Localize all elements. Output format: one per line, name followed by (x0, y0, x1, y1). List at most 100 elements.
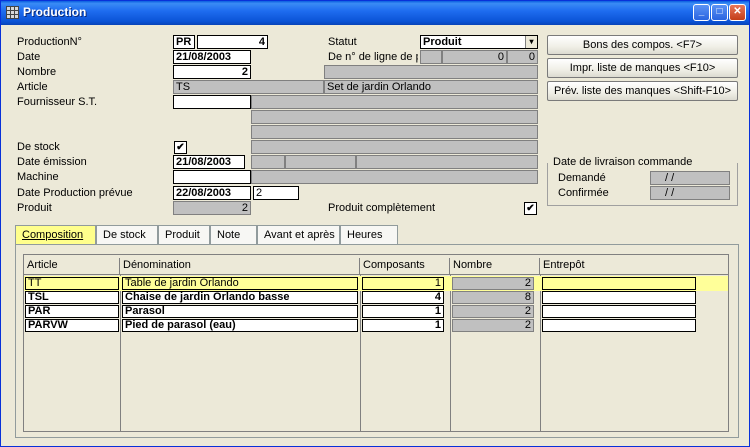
emission-info-field-2 (285, 155, 356, 169)
tab-label: Avant et après (264, 229, 335, 241)
ligne-prefix-field (420, 50, 442, 64)
produit-completement-label: Produit complètement (328, 202, 435, 214)
title-bar[interactable]: Production _ □ ✕ (1, 1, 749, 25)
stock-info-field (251, 140, 538, 154)
tab-label: Produit (165, 229, 200, 241)
article-label: Article (17, 81, 48, 93)
chevron-down-icon[interactable]: ▾ (525, 36, 537, 48)
prev-liste-manques-button[interactable]: Prév. liste des manques <Shift-F10> (547, 81, 738, 101)
statut-label: Statut (328, 36, 357, 48)
production-no-label: ProductionN° (17, 36, 82, 48)
tab-heures[interactable]: Heures (340, 225, 398, 245)
de-stock-checkbox[interactable]: ✔ (174, 141, 187, 154)
minimize-button[interactable]: _ (693, 4, 710, 21)
tab-produit[interactable]: Produit (158, 225, 210, 245)
fournisseur-address-field-1 (251, 110, 538, 124)
table-cell-composants[interactable]: 4 (362, 291, 444, 304)
table-cell-denomination[interactable]: Table de jardin Orlando (122, 277, 358, 290)
column-divider (360, 275, 361, 431)
fournisseur-name-field (251, 95, 538, 109)
date-label: Date (17, 51, 41, 63)
produit-label: Produit (17, 202, 52, 214)
ligne-field-2: 0 (507, 50, 538, 64)
tab-de-stock[interactable]: De stock (96, 225, 158, 245)
column-header-article[interactable]: Article (24, 258, 120, 274)
window-title: Production (23, 5, 87, 19)
tab-composition[interactable]: Composition (15, 225, 96, 246)
table-cell-entrepot[interactable] (542, 291, 696, 304)
livraison-title: Date de livraison commande (551, 156, 695, 168)
produit-completement-checkbox[interactable]: ✔ (524, 202, 537, 215)
tab-label: Note (217, 229, 241, 241)
date-emission-label: Date émission (17, 156, 87, 168)
table-cell-denomination[interactable]: Pied de parasol (eau) (122, 319, 358, 332)
produit-field: 2 (173, 201, 251, 215)
date-production-label: Date Production prévue (17, 187, 133, 199)
table-cell-nombre: 2 (452, 277, 534, 290)
nombre-field[interactable]: 2 (173, 65, 251, 79)
ligne-label: De n° de ligne de pro (328, 51, 418, 63)
column-header-entrepot[interactable]: Entrepôt (540, 258, 728, 274)
production-window: Production _ □ ✕ ProductionN° Date Nombr… (0, 0, 750, 447)
article-code-field[interactable]: TS (173, 80, 324, 94)
table-cell-nombre: 2 (452, 305, 534, 318)
tab-note[interactable]: Note (210, 225, 257, 245)
confirmee-field: / / (650, 186, 730, 200)
table-cell-entrepot[interactable] (542, 277, 696, 290)
emission-info-field-3 (356, 155, 538, 169)
table-cell-article[interactable]: PARVW (25, 319, 119, 332)
article-description-field: Set de jardin Orlando (324, 80, 538, 94)
confirmee-label: Confirmée (558, 187, 609, 199)
table-cell-article[interactable]: TT (25, 277, 119, 290)
table-cell-nombre: 2 (452, 319, 534, 332)
fournisseur-address-field-2 (251, 125, 538, 139)
ligne-field-1: 0 (442, 50, 507, 64)
machine-field[interactable] (173, 170, 251, 184)
table-cell-composants[interactable]: 1 (362, 277, 444, 290)
table-cell-denomination[interactable]: Chaise de jardin Orlando basse (122, 291, 358, 304)
column-header-nombre[interactable]: Nombre (450, 258, 540, 274)
column-divider (450, 275, 451, 431)
composition-table: Article Dénomination Composants Nombre E… (23, 254, 729, 432)
date-production-extra-field[interactable]: 2 (253, 186, 299, 200)
table-cell-composants[interactable]: 1 (362, 319, 444, 332)
demande-label: Demandé (558, 172, 606, 184)
header-divider (24, 274, 728, 275)
bons-composants-button[interactable]: Bons des compos. <F7> (547, 35, 738, 55)
column-header-denomination[interactable]: Dénomination (120, 258, 360, 274)
table-cell-denomination[interactable]: Parasol (122, 305, 358, 318)
impr-liste-manques-button[interactable]: Impr. liste de manques <F10> (547, 58, 738, 78)
table-cell-entrepot[interactable] (542, 319, 696, 332)
tab-avant-apres[interactable]: Avant et après (257, 225, 340, 245)
nombre-label: Nombre (17, 66, 57, 78)
date-emission-field[interactable]: 21/08/2003 (173, 155, 245, 169)
tab-label: Composition (22, 229, 84, 241)
demande-field: / / (650, 171, 730, 185)
grid-icon (6, 6, 19, 19)
table-cell-entrepot[interactable] (542, 305, 696, 318)
column-divider (120, 275, 121, 431)
fournisseur-label: Fournisseur S.T. (17, 96, 98, 108)
fournisseur-field[interactable] (173, 95, 251, 109)
tab-label: De stock (103, 229, 146, 241)
de-stock-label: De stock (17, 141, 60, 153)
date-field[interactable]: 21/08/2003 (173, 50, 251, 64)
nombre-info-field (324, 65, 538, 79)
machine-name-field (251, 170, 538, 184)
production-prefix-field[interactable]: PR (173, 35, 195, 49)
date-production-field[interactable]: 22/08/2003 (173, 186, 251, 200)
table-cell-composants[interactable]: 1 (362, 305, 444, 318)
production-number-field[interactable]: 4 (197, 35, 268, 49)
statut-value: Produit (423, 36, 462, 48)
machine-label: Machine (17, 171, 59, 183)
emission-info-field-1 (251, 155, 285, 169)
tab-label: Heures (347, 229, 383, 241)
table-cell-article[interactable]: PAR (25, 305, 119, 318)
maximize-button[interactable]: □ (711, 4, 728, 21)
close-button[interactable]: ✕ (729, 4, 746, 21)
table-cell-nombre: 8 (452, 291, 534, 304)
table-cell-article[interactable]: TSL (25, 291, 119, 304)
statut-select[interactable]: Produit ▾ (420, 35, 538, 49)
column-divider (540, 275, 541, 431)
column-header-composants[interactable]: Composants (360, 258, 450, 274)
